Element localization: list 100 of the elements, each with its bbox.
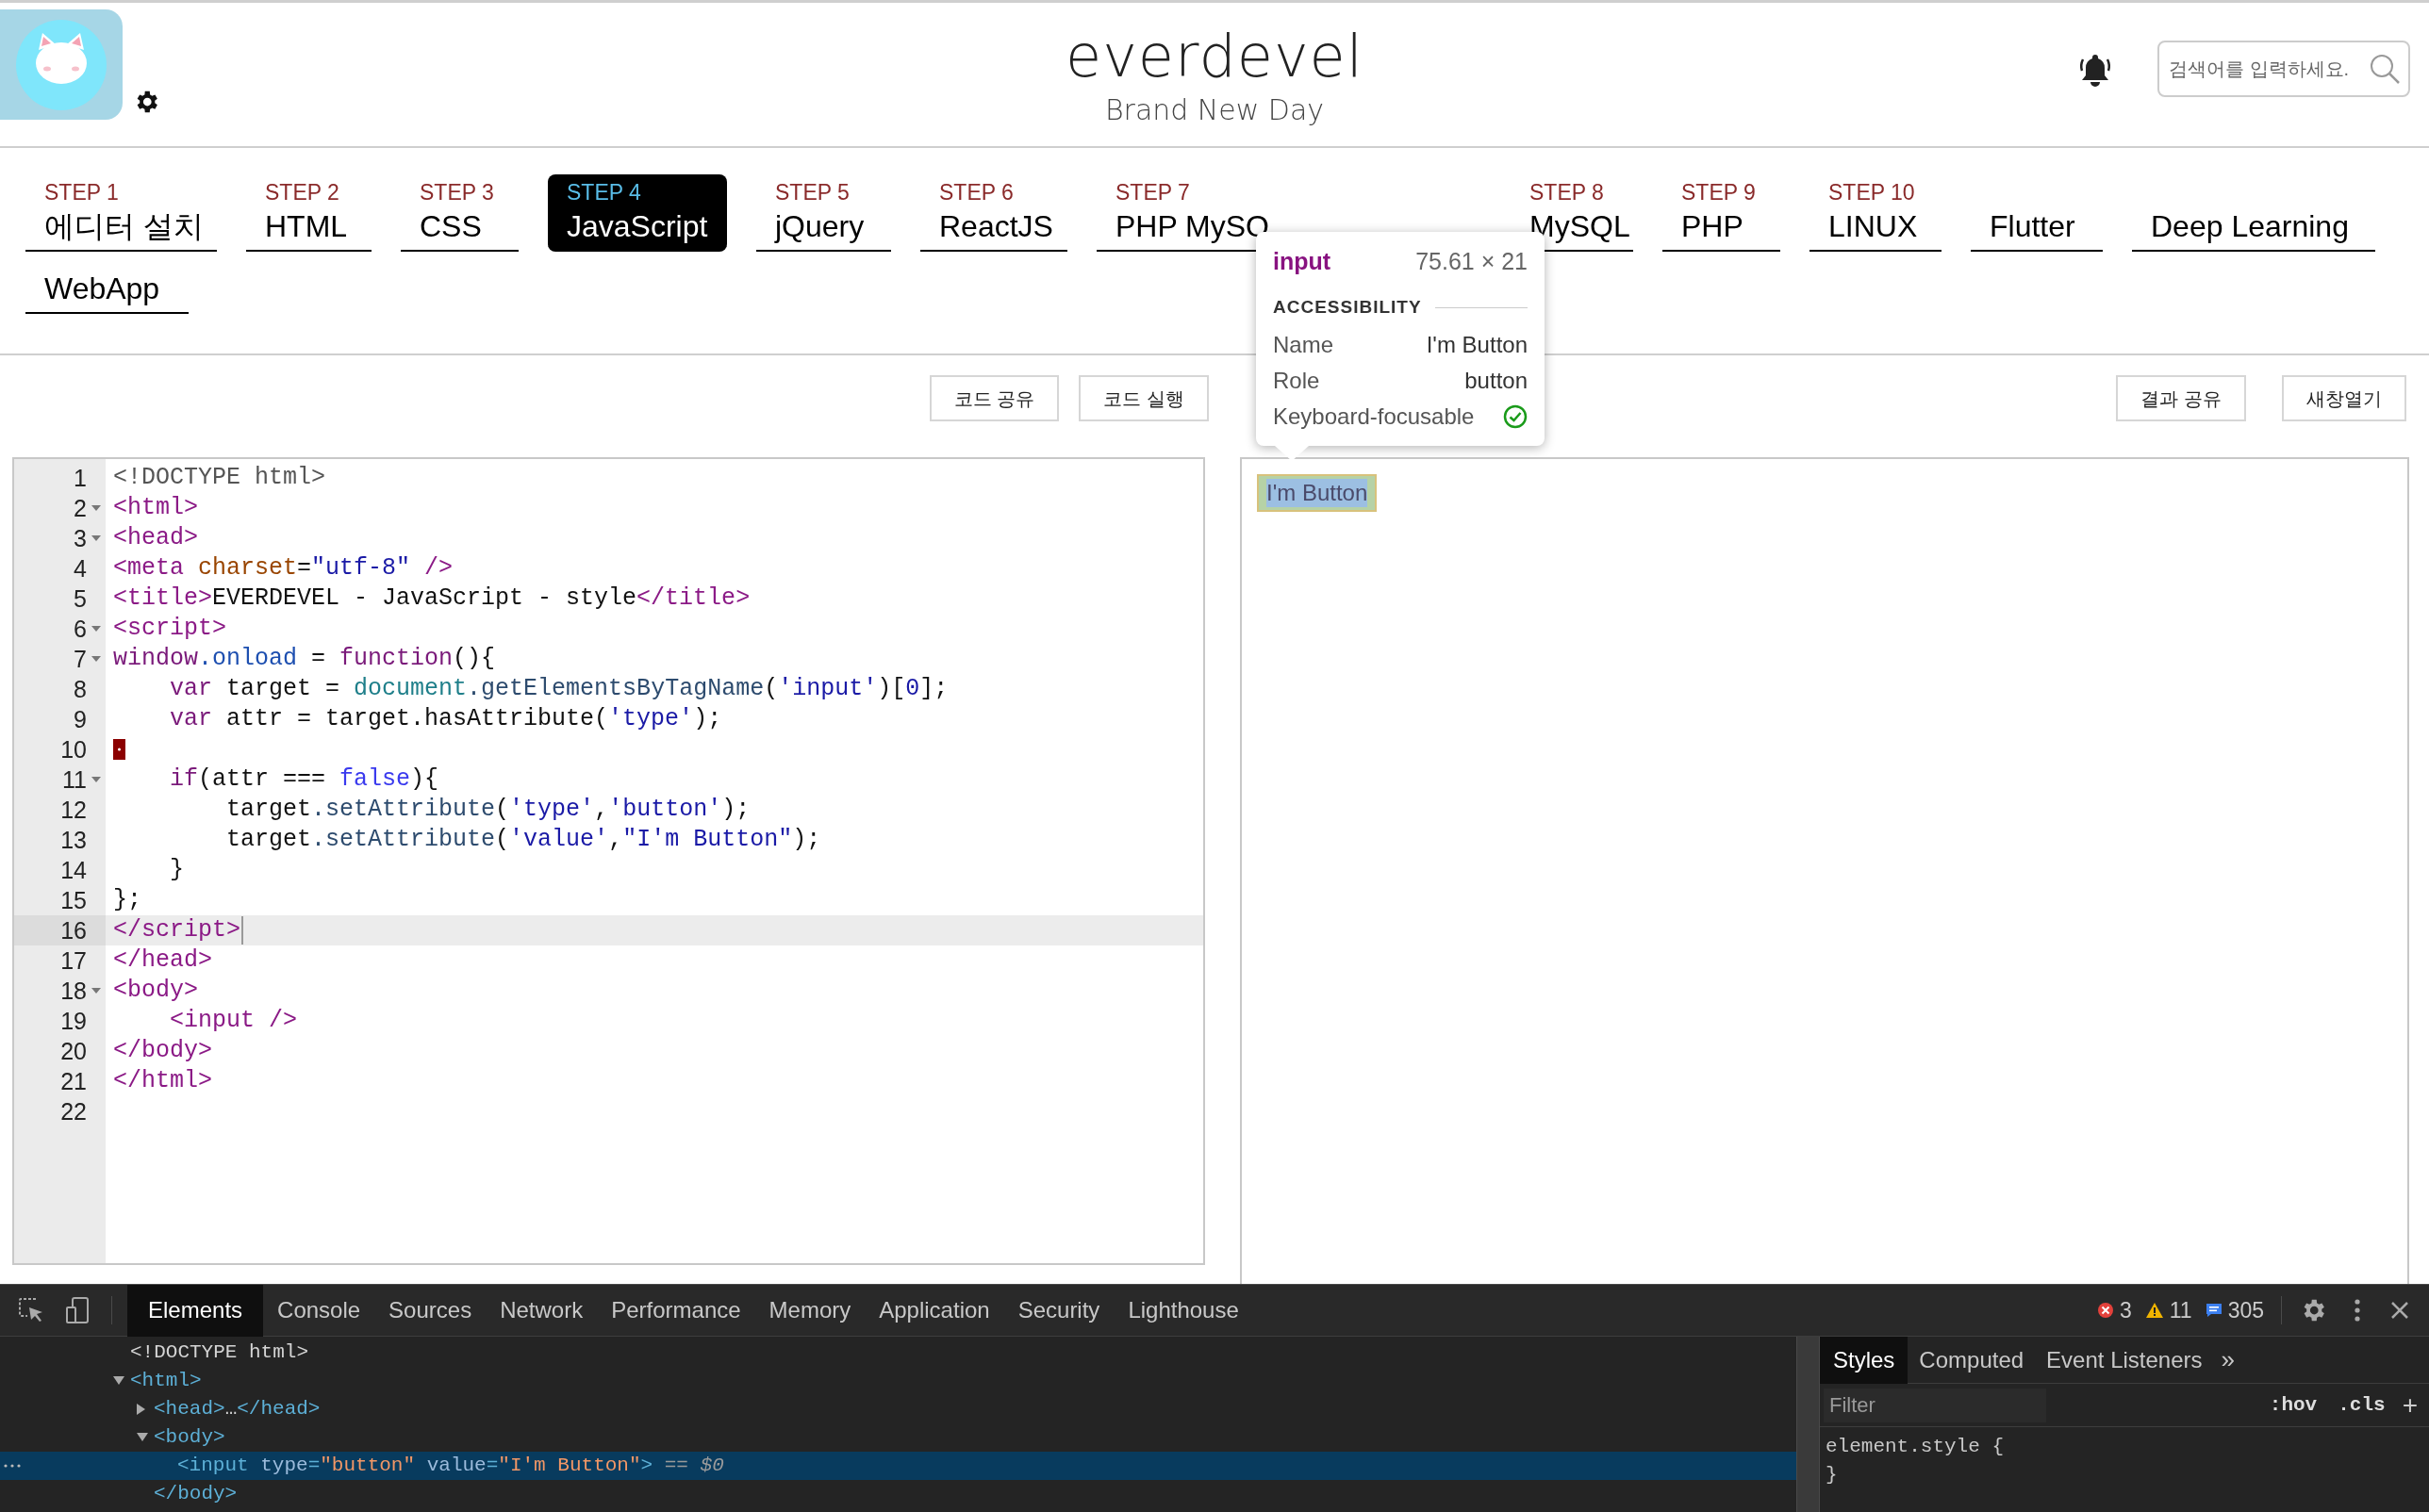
dom-node-text: <head>…</head> [154, 1397, 321, 1422]
expanded-arrow-icon[interactable] [137, 1433, 148, 1442]
toolbar-button[interactable]: 코드 실행 [1079, 375, 1209, 421]
devtools-tab[interactable]: Performance [597, 1284, 755, 1337]
code-line: <meta charset="utf-8" /> [113, 553, 454, 583]
line-number: 22 [60, 1097, 87, 1126]
nav-tab[interactable]: Deep Learning [2132, 203, 2375, 252]
toolbar-button[interactable]: 새창열기 [2282, 375, 2406, 421]
line-number: 10 [60, 735, 87, 764]
code-line: var target = document.getElementsByTagName('input')[0]; [169, 674, 949, 704]
line-number: 21 [60, 1067, 87, 1096]
nav-tab[interactable]: STEP 4 JavaScript [548, 174, 727, 252]
devtools-tab[interactable]: Lighthouse [1114, 1284, 1253, 1337]
nav-tab[interactable]: STEP 3 CSS [401, 174, 519, 252]
style-rule-text: } [1826, 1463, 1839, 1487]
line-number: 9 [74, 705, 87, 734]
nav-tab[interactable]: STEP 2 HTML [246, 174, 372, 252]
ellipsis-icon[interactable] [4, 1464, 21, 1468]
hov-button[interactable]: :hov [2269, 1389, 2318, 1421]
cls-button[interactable]: .cls [2338, 1389, 2386, 1421]
toolbar-button[interactable]: 코드 공유 [929, 375, 1060, 421]
fold-arrow-icon[interactable] [91, 505, 101, 511]
line-number: 18 [60, 977, 87, 1006]
line-number: 3 [74, 524, 87, 553]
code-line: } [169, 855, 184, 885]
scrollbar[interactable] [1796, 1337, 1820, 1512]
line-number: 16 [60, 916, 87, 945]
line-number: 20 [60, 1037, 87, 1066]
filter-field[interactable]: Filter [1824, 1388, 2046, 1422]
nav-tab[interactable]: STEP 10 LINUX [1809, 174, 1942, 252]
result-button[interactable]: I'm Button [1257, 474, 1378, 512]
dom-node-text: <input type="button" value="I'm Button"> == $0 [177, 1454, 724, 1478]
code-editor[interactable] [12, 457, 1205, 1265]
devtools-tab[interactable]: Sources [374, 1284, 487, 1337]
line-number: 13 [60, 826, 87, 855]
nav-tab[interactable]: STEP 5 jQuery [756, 174, 891, 252]
info-count: 305 [2227, 1296, 2264, 1324]
more-tabs-button[interactable]: » [2221, 1341, 2235, 1378]
search-field[interactable]: 검색어를 입력하세요. [2157, 41, 2410, 97]
fold-arrow-icon[interactable] [91, 656, 101, 662]
styles-tab[interactable]: Event Listeners [2035, 1336, 2214, 1384]
code-line: <head> [113, 523, 198, 553]
warning-count: 11 [2169, 1296, 2192, 1324]
styles-tab[interactable]: Styles [1820, 1336, 1908, 1384]
styles-tab[interactable]: Computed [1908, 1336, 2036, 1384]
nav-tab[interactable]: STEP 1 에디터 설치 [25, 174, 217, 252]
more-options-icon[interactable] [2354, 1298, 2361, 1323]
line-number: 2 [74, 494, 87, 523]
code-line: <html> [113, 493, 198, 523]
search-icon[interactable] [2369, 53, 2401, 85]
code-line: </script> [113, 915, 241, 945]
nav-tab[interactable]: Flutter [1971, 203, 2103, 252]
nav-tab[interactable]: STEP 6 ReactJS [920, 174, 1067, 252]
section-heading: ACCESSIBILITY [1273, 296, 1422, 319]
devtools-tab[interactable]: Memory [754, 1284, 866, 1337]
devtools-tab[interactable]: Security [1003, 1284, 1115, 1337]
error-count: 3 [2119, 1296, 2132, 1324]
dom-tree-row[interactable]: <body> [0, 1423, 1796, 1452]
property-label: Role [1273, 366, 1320, 395]
warning-icon [2144, 1302, 2164, 1319]
dom-tree-row[interactable]: <!DOCTYPE html> [0, 1339, 1796, 1367]
line-number: 19 [60, 1007, 87, 1036]
code-line: target.setAttribute('value',"I'm Button"); [225, 825, 821, 855]
devtools-tab[interactable]: Application [865, 1284, 1004, 1337]
property-label: Keyboard-focusable [1273, 402, 1475, 431]
nav-tab[interactable]: STEP 9 PHP [1662, 174, 1780, 252]
devtools-tab[interactable]: Console [263, 1284, 375, 1337]
error-icon [2096, 1302, 2114, 1319]
dom-node-text: <html> [130, 1369, 202, 1393]
dom-tree-row[interactable]: <html> [0, 1367, 1796, 1395]
devtools-tab[interactable]: Network [486, 1284, 598, 1337]
line-number: 14 [60, 856, 87, 885]
fold-arrow-icon[interactable] [91, 777, 101, 782]
fold-arrow-icon[interactable] [91, 988, 101, 994]
text-cursor [241, 916, 244, 945]
expanded-arrow-icon[interactable] [113, 1376, 124, 1386]
add-rule-button[interactable]: + [2402, 1385, 2418, 1425]
property-label: Name [1273, 330, 1334, 359]
dom-tree-row[interactable]: <input type="button" value="I'm Button"> == $0 [0, 1452, 1796, 1480]
devtools-tab[interactable]: Elements [127, 1284, 264, 1337]
dom-node-text: <!DOCTYPE html> [130, 1340, 309, 1365]
property-value: I'm Button [1426, 330, 1528, 359]
nav-tab[interactable]: WebApp [25, 265, 189, 314]
dom-tree-row[interactable]: <head>…</head> [0, 1395, 1796, 1423]
code-line: </body> [113, 1036, 213, 1066]
code-line: target.setAttribute('type','button'); [225, 795, 751, 825]
close-icon[interactable] [2389, 1300, 2410, 1321]
line-number: 6 [74, 615, 87, 644]
fold-arrow-icon[interactable] [91, 626, 101, 632]
line-number: 15 [60, 886, 87, 915]
bell-icon[interactable] [2078, 52, 2112, 88]
toolbar-button[interactable]: 결과 공유 [2116, 375, 2246, 421]
fold-arrow-icon[interactable] [91, 535, 101, 541]
property-value: button [1464, 366, 1528, 395]
dom-node-text: </body> [154, 1482, 238, 1506]
code-line: }; [113, 885, 141, 915]
code-line: </head> [113, 945, 213, 976]
dom-node-text: <body> [154, 1425, 225, 1450]
collapsed-arrow-icon[interactable] [137, 1404, 146, 1415]
line-number: 4 [74, 554, 87, 583]
